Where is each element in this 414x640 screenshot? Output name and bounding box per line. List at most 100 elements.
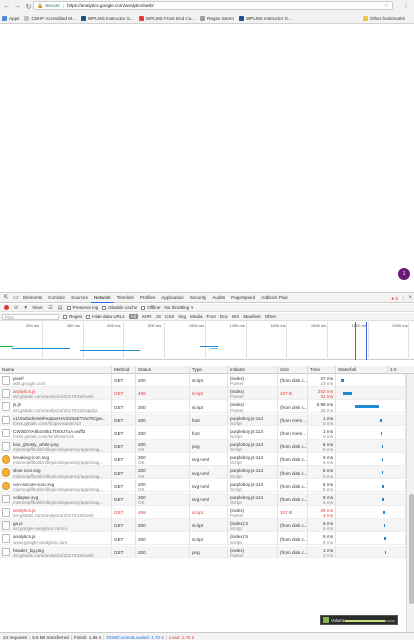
scrollbar-thumb[interactable] — [408, 494, 414, 604]
table-row[interactable]: collapse.svg mlomeipffbolilchiflepiickinp… — [0, 492, 414, 506]
devtools-tab[interactable]: Security — [187, 293, 210, 303]
table-row[interactable]: js.js ssl.gstatic.com/analytics/20170316/… — [0, 400, 414, 414]
network-table: Name Method Status Type Initiator Size T… — [0, 366, 414, 632]
table-row[interactable]: pixel/ads.google.com GET 200 script (index) P… — [0, 374, 414, 387]
column-header-initiator[interactable]: Initiator — [228, 366, 278, 374]
method-cell: GET — [112, 400, 136, 414]
name-cell: header_bg.png ssl.gstatic.com/analytics/2… — [0, 545, 112, 559]
preserve-log-checkbox[interactable]: Preserve log — [66, 305, 98, 310]
table-row[interactable]: box_ghosty_white.png mlomeipffbolilchifle… — [0, 440, 414, 453]
clear-icon[interactable]: ⊘ — [14, 305, 18, 311]
lock-icon: 🔒 — [37, 2, 44, 9]
back-icon[interactable]: ← — [2, 2, 11, 11]
bookmark-star-icon[interactable]: ☆ — [384, 2, 389, 9]
column-header-name[interactable]: Name — [0, 366, 112, 374]
table-row[interactable]: analytics.js ssl.gstatic.com/analytics/20… — [0, 387, 414, 400]
bookmark-apps[interactable]: Apps — [2, 15, 19, 21]
devtools-tab[interactable]: Profiles — [137, 293, 158, 303]
bookmark-item[interactable]: WPLMS Instructor G... — [80, 15, 134, 21]
filter-icon[interactable]: ▼ — [23, 305, 28, 311]
floating-action-button[interactable]: 1 — [398, 268, 410, 280]
request-method: GET — [114, 404, 124, 410]
regex-checkbox[interactable]: Regex — [63, 314, 82, 319]
filter-input[interactable]: Filter — [2, 313, 59, 320]
status-cell: 200 — [136, 519, 190, 532]
type-filter[interactable]: Img — [178, 314, 186, 319]
resource-type: script — [192, 391, 203, 397]
table-row[interactable]: non-secure-icon.svg mlomeipffbolilchiflep… — [0, 479, 414, 493]
column-header-method[interactable]: Method — [112, 366, 136, 374]
initiator-cell: purpleboy.js:114 Script — [228, 492, 278, 506]
record-icon[interactable] — [4, 305, 9, 310]
type-filter[interactable]: Doc — [220, 314, 228, 319]
table-row[interactable]: analytics.js ssl.gstatic.com/analytics/20… — [0, 506, 414, 519]
devtools-tab[interactable]: Elements — [20, 293, 45, 303]
hide-data-urls-checkbox[interactable]: Hide data URLs — [86, 314, 125, 319]
initiator-cell: purpleboy.js:114 Script — [228, 479, 278, 493]
type-filter[interactable]: Media — [190, 314, 203, 319]
type-filter[interactable]: Manifest — [243, 314, 260, 319]
type-filter[interactable]: JS — [156, 314, 161, 319]
throttling-select[interactable]: No throttling ▼ — [164, 305, 194, 310]
column-header-waterfall[interactable]: Waterfall — [336, 366, 388, 374]
volume-slider[interactable] — [345, 620, 395, 622]
waterfall-bar — [381, 471, 383, 475]
waterfall-cell — [336, 426, 406, 440]
table-row[interactable]: breaking-icon.svg mlomeipffbolilchiflepii… — [0, 453, 414, 466]
device-mode-icon[interactable]: ▭ — [12, 294, 20, 302]
bookmark-item[interactable]: WPLMS Front End Co... — [138, 15, 195, 21]
reload-icon[interactable]: ↻ — [24, 2, 33, 11]
devtools-tab[interactable]: PageSpeed — [228, 293, 258, 303]
address-bar[interactable]: 🔒 Secure | https://analytics.google.com/… — [33, 1, 393, 10]
devtools-tab[interactable]: Timeline — [114, 293, 137, 303]
bookmark-item[interactable]: CDHF Accredited M... — [24, 15, 76, 21]
type-filter[interactable]: CSS — [165, 314, 174, 319]
network-status-bar: 24 requests | 6.6 kB transferred | Finis… — [0, 632, 414, 640]
devtools-tab[interactable]: Adblock Plus — [258, 293, 291, 303]
table-row[interactable]: v1/Xw0xdnm6iFeqtaxH4Vd4SaETVw7tCgw... fon… — [0, 413, 414, 427]
browser-menu-icon[interactable]: ⋮ — [403, 2, 409, 9]
bookmark-item[interactable]: WPLMS Instructor G... — [238, 15, 292, 21]
type-filter[interactable]: All — [128, 314, 138, 319]
devtools-menu-icon[interactable]: ⋮ — [401, 295, 406, 301]
type-cell: script — [190, 532, 228, 546]
forward-icon[interactable]: → — [13, 2, 22, 11]
type-filter[interactable]: Font — [207, 314, 216, 319]
status-cell: 200 — [136, 532, 190, 546]
bookmark-item[interactable]: Regex Storm — [200, 15, 234, 21]
type-filter[interactable]: WS — [232, 314, 239, 319]
inspect-icon[interactable]: ⇱ — [2, 294, 10, 302]
table-row[interactable]: header_bg.png ssl.gstatic.com/analytics/2… — [0, 545, 414, 559]
table-row[interactable]: analytics.js www.google-analytics.com GET 2… — [0, 532, 414, 546]
overview-tick-label: 600 ms — [107, 323, 121, 328]
bookmark-label: WPLMS Instructor G... — [87, 15, 134, 21]
close-devtools-icon[interactable]: × — [408, 295, 412, 301]
column-header-time[interactable]: Time — [308, 366, 336, 374]
error-count-badge[interactable]: ● 2 — [391, 296, 398, 301]
large-rows-icon[interactable]: ☰ — [48, 305, 52, 311]
table-scrollbar[interactable] — [406, 374, 414, 632]
overview-request-bar — [355, 322, 356, 360]
response-size: (from disk c... — [280, 536, 308, 542]
table-row[interactable]: CW3E0YA8bzo0k1TtX0U7uA.woff2 fonts.gstati… — [0, 426, 414, 440]
type-filter[interactable]: XHR — [142, 314, 152, 319]
type-filter[interactable]: Other — [265, 314, 277, 319]
overview-icon[interactable]: ▤ — [58, 305, 63, 311]
devtools-tab[interactable]: Application — [158, 293, 186, 303]
column-header-size[interactable]: Size — [278, 366, 308, 374]
devtools-tab[interactable]: Network — [90, 293, 114, 303]
offline-checkbox[interactable]: Offline — [141, 305, 160, 310]
request-latency: 5 ms — [323, 526, 333, 532]
status-separator: | — [103, 634, 105, 640]
table-row[interactable]: slow-icon.svg mlomeipffbolilchiflepiickin… — [0, 466, 414, 480]
request-latency: 5 ms — [323, 447, 333, 453]
column-header-status[interactable]: Status — [136, 366, 190, 374]
bookmark-favicon-icon — [238, 15, 244, 21]
other-bookmarks[interactable]: Other bookmarks — [362, 15, 405, 21]
disable-cache-checkbox[interactable]: Disable cache — [102, 305, 137, 310]
column-header-type[interactable]: Type — [190, 366, 228, 374]
devtools-tab[interactable]: Console — [45, 293, 68, 303]
devtools-tab[interactable]: Audits — [209, 293, 228, 303]
devtools-tab[interactable]: Sources — [68, 293, 91, 303]
table-row[interactable]: ga.js ssl.google-analytics.com/u GET 200 scr… — [0, 519, 414, 532]
